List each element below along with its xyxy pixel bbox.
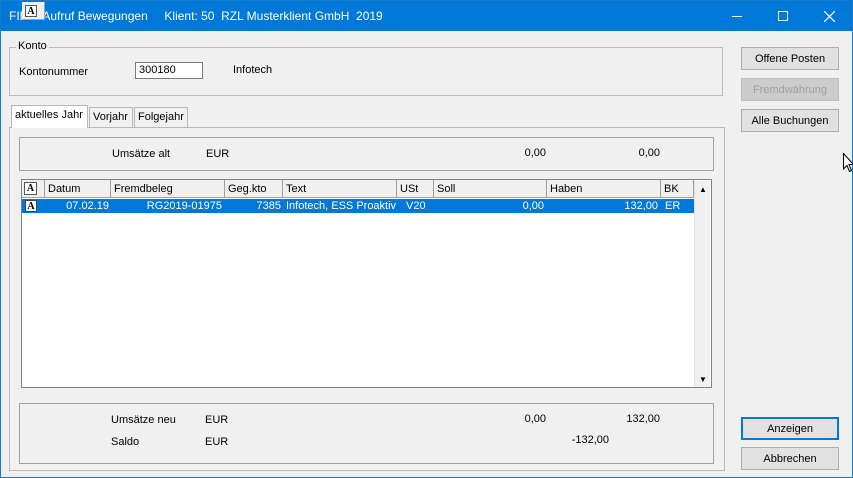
table-row[interactable]: A 07.02.19 RG2019-01975 7385 Infotech, E… [22,199,694,213]
header-gegkto[interactable]: Geg.kto [225,180,283,198]
umsaetze-alt-label: Umsätze alt [112,148,171,160]
header-ust[interactable]: USt [397,180,434,198]
cell-fremdbeleg: RG2019-01975 [146,200,222,212]
umsaetze-alt-soll: 0,00 [524,147,546,159]
umsaetze-alt-haben: 0,00 [638,147,660,159]
header-bk[interactable]: BK [661,180,694,198]
cell-haben: 132,00 [624,200,658,212]
konto-legend: Konto [16,40,49,52]
cell-gegkto: 7385 [256,200,281,212]
mouse-cursor-icon [843,153,853,173]
anzeigen-button[interactable]: Anzeigen [741,417,839,440]
fibu-window: FIBU: Aufruf Bewegungen Klient: 50 RZL M… [0,0,853,478]
cell-bk: ER [665,200,681,212]
column-config-icon: A [25,5,37,17]
kontonummer-label: Kontonummer [19,66,89,78]
title-bar: FIBU: Aufruf Bewegungen Klient: 50 RZL M… [1,1,852,31]
saldo-currency: EUR [205,436,229,448]
tab-folgejahr[interactable]: Folgejahr [134,107,188,127]
maximize-button[interactable] [760,1,806,31]
umsaetze-neu-currency: EUR [205,414,229,426]
tab-aktuelles-jahr[interactable]: aktuelles Jahr [11,105,88,128]
header-soll[interactable]: Soll [434,180,547,198]
umsaetze-neu-label: Umsätze neu [111,414,176,426]
minimize-button[interactable] [714,1,760,31]
maximize-icon [778,11,788,21]
konto-group: Konto [9,40,723,96]
cell-datum: 07.02.19 [66,200,109,212]
umsaetze-neu-soll: 0,00 [524,413,546,425]
umsaetze-alt-currency: EUR [206,148,230,160]
cell-ust: V20 [406,200,426,212]
konto-name: Infotech [233,64,273,76]
cell-soll: 0,00 [522,200,544,212]
column-selector-header[interactable]: A [22,2,45,20]
kontonummer-input[interactable]: 300180 [135,62,203,79]
saldo-value: -132,00 [571,434,609,446]
header-a-icon: A [24,182,37,195]
abbrechen-button[interactable]: Abbrechen [741,447,839,470]
header-fremdbeleg[interactable]: Fremdbeleg [111,180,225,198]
tab-vorjahr[interactable]: Vorjahr [89,107,133,127]
alle-buchungen-button[interactable]: Alle Buchungen [741,109,839,132]
scroll-up-button[interactable]: ▲ [695,181,711,197]
saldo-label: Saldo [111,436,140,448]
minimize-icon [732,15,742,17]
fremdwaehrung-button[interactable]: Fremdwährung [741,78,839,101]
umsaetze-neu-haben: 132,00 [626,413,660,425]
header-text[interactable]: Text [283,180,397,198]
offene-posten-button[interactable]: Offene Posten [741,47,839,70]
table-scrollbar[interactable]: ▲ ▼ [694,181,710,387]
row-marker-icon: A [25,200,37,212]
window-title: FIBU: Aufruf Bewegungen Klient: 50 RZL M… [9,9,383,23]
header-haben[interactable]: Haben [547,180,661,198]
close-icon [823,10,835,22]
scroll-down-button[interactable]: ▼ [695,371,711,387]
header-datum[interactable]: Datum [45,180,111,198]
cell-text: Infotech, ESS Proaktiv [286,200,396,212]
column-selector-header-box: A [22,180,45,198]
close-button[interactable] [806,1,852,31]
